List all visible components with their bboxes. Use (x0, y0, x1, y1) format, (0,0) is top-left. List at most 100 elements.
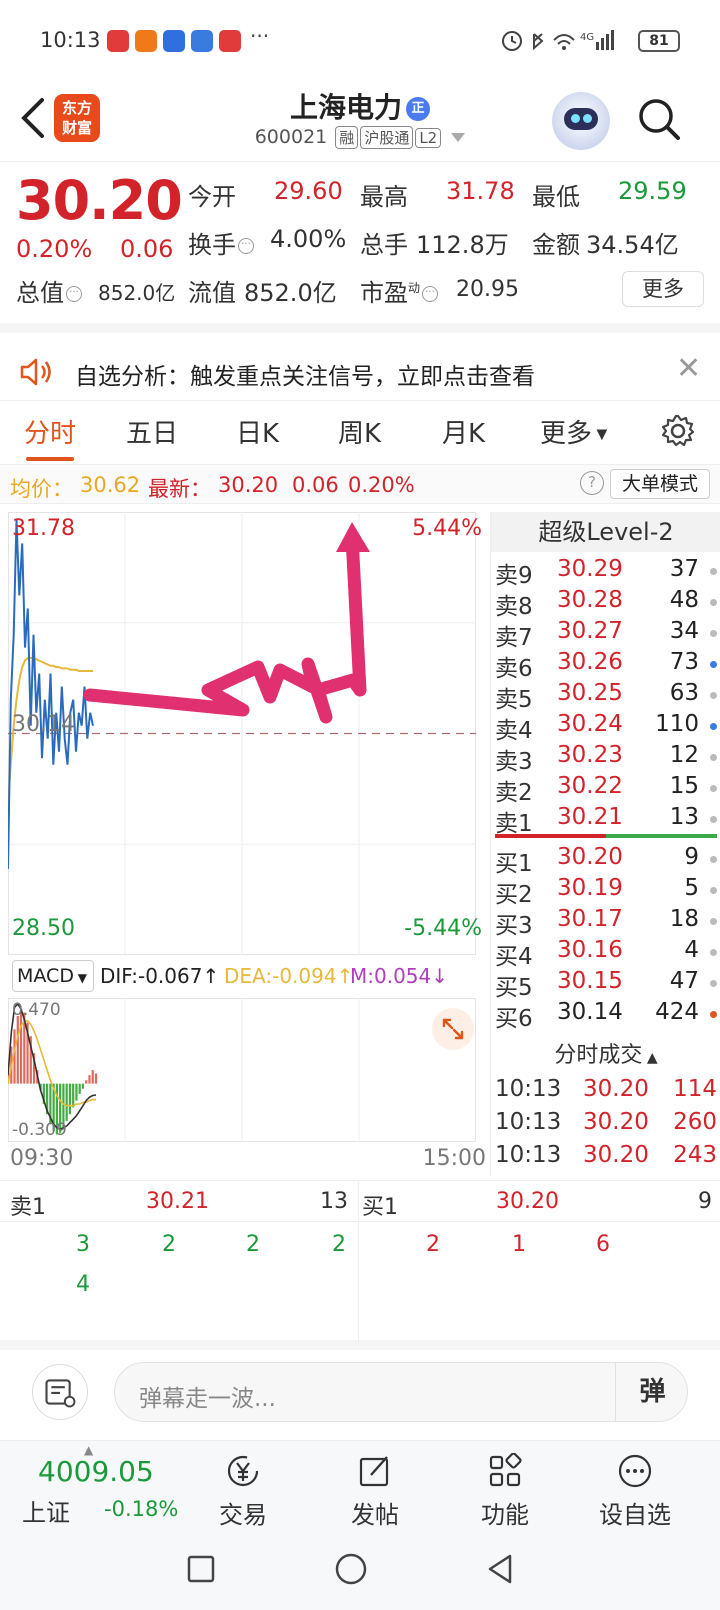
order-queue: 3 2 2 2 4 2 1 6 (0, 1222, 720, 1340)
quote-panel: 30.20 0.20% 0.06 今开 29.60 最高 31.78 最低 29… (0, 163, 720, 323)
big-order-mode-button[interactable]: 大单模式 (610, 469, 710, 499)
macd-dea: DEA:-0.094↑ (224, 964, 354, 988)
trades-title[interactable]: 分时成交 ▲ (491, 1038, 720, 1074)
time-axis: 09:30 15:00 (8, 1144, 488, 1176)
bid-row[interactable]: 买1 30.20 9 (491, 844, 720, 877)
bid-row[interactable]: 买5 30.15 47 (491, 968, 720, 1001)
order-dot-icon (710, 980, 717, 987)
bid-price: 30.16 (557, 937, 623, 963)
bid-row[interactable]: 买4 30.16 4 (491, 937, 720, 970)
price-line (7, 519, 94, 869)
level2-title[interactable]: 超级Level-2 (491, 512, 720, 552)
sort-up-icon: ▲ (642, 1050, 658, 1066)
ask1-price: 30.21 (146, 1189, 209, 1214)
info-icon: ··· (422, 286, 439, 302)
level2-tag: L2 (415, 128, 442, 148)
nav-post[interactable]: 发帖 (330, 1449, 420, 1531)
ask-price: 30.21 (557, 804, 623, 830)
ask-price: 30.25 (557, 680, 623, 706)
more-dots-icon (618, 1454, 652, 1488)
settings-gear-icon[interactable] (660, 413, 696, 449)
volume-label: 总手 (360, 231, 408, 259)
ask-row[interactable]: 卖5 30.25 63 (491, 680, 720, 713)
app-notification-icon (107, 30, 129, 52)
assistant-robot-icon[interactable] (552, 92, 610, 150)
order-dot-icon (710, 568, 717, 575)
stock-code-line[interactable]: 600021 融沪股通 L2 (0, 126, 720, 149)
danmu-toggle-button[interactable]: 弹 (615, 1363, 689, 1421)
close-icon[interactable]: ✕ (676, 351, 701, 386)
order-dot-icon (710, 692, 717, 699)
tab-more[interactable]: 更多 ▼ (540, 413, 607, 450)
speaker-icon (20, 358, 51, 386)
recent-apps-icon[interactable] (186, 1554, 216, 1584)
pe-value: 20.95 (456, 277, 519, 302)
turnover-value: 4.00% (270, 225, 347, 253)
tab-intraday[interactable]: 分时 (24, 413, 76, 450)
danmu-input[interactable]: 弹幕走一波... 弹 (114, 1362, 688, 1422)
bid-volume: 18 (669, 906, 699, 932)
bid-volume: 424 (655, 999, 699, 1025)
annotation-arrowhead (336, 522, 370, 552)
expand-icon[interactable] (432, 1008, 474, 1050)
annotation-arrow (83, 530, 367, 724)
bid-row[interactable]: 买6 30.14 424 (491, 999, 720, 1032)
ask-volume: 48 (669, 587, 699, 613)
back-nav-icon[interactable] (484, 1552, 516, 1586)
bid-level: 买6 (495, 1006, 533, 1032)
ask-volume: 110 (655, 711, 699, 737)
notice-banner[interactable]: 自选分析：触发重点关注信号，立即点击查看 ✕ (0, 345, 720, 399)
ask-row[interactable]: 卖1 30.21 13 (491, 804, 720, 837)
bid-queue-order: 2 (426, 1232, 440, 1257)
ask-level: 卖8 (495, 594, 533, 620)
app-notification-icon (135, 30, 157, 52)
home-icon[interactable] (334, 1552, 368, 1586)
comment-bar: 弹幕走一波... 弹 (0, 1350, 720, 1436)
order-dot-icon (710, 754, 717, 761)
ask-row[interactable]: 卖8 30.28 48 (491, 587, 720, 620)
order-dot-icon (710, 856, 717, 863)
nav-trade-label: 交易 (219, 1501, 267, 1529)
trade-row: 10:13 30.20 114 (491, 1076, 720, 1109)
ask-row[interactable]: 卖4 30.24 110 (491, 711, 720, 744)
order-dot-icon (710, 785, 717, 792)
order-book: 超级Level-2 卖9 30.29 37 卖8 30.28 48 卖7 30.27 34 卖6 3… (490, 512, 720, 1176)
ask-price: 30.24 (557, 711, 623, 737)
tab-daily-k[interactable]: 日K (236, 413, 279, 450)
tab-five-day[interactable]: 五日 (126, 413, 178, 450)
nav-post-label: 发帖 (351, 1501, 399, 1529)
bid-row[interactable]: 买3 30.17 18 (491, 906, 720, 939)
help-icon[interactable]: ? (580, 471, 604, 495)
last-change: 0.06 (292, 473, 339, 497)
signal-type: 4G (580, 32, 594, 43)
ask-volume: 73 (669, 649, 699, 675)
nav-add-watchlist[interactable]: 设自选 (590, 1449, 680, 1531)
bid-volume: 9 (684, 844, 699, 870)
ask-row[interactable]: 卖7 30.27 34 (491, 618, 720, 651)
indicator-selector[interactable]: MACD ▼ (12, 960, 94, 992)
more-button[interactable]: 更多 (622, 271, 704, 307)
ask-row[interactable]: 卖2 30.22 15 (491, 773, 720, 806)
ask1-vol: 13 (320, 1189, 348, 1214)
dropdown-icon: ▼ (592, 426, 608, 443)
macd-dif: DIF:-0.067↑ (100, 964, 220, 988)
nav-trade[interactable]: 交易 (198, 1449, 288, 1531)
tab-weekly-k[interactable]: 周K (338, 413, 381, 450)
intraday-chart[interactable]: 31.78 5.44% 30.14 28.50 -5.44% (7, 512, 488, 955)
comment-settings-icon[interactable] (32, 1364, 88, 1420)
ask-row[interactable]: 卖9 30.29 37 (491, 556, 720, 589)
search-icon[interactable] (636, 96, 682, 142)
macd-chart[interactable]: 0.470 -0.309 (6, 998, 488, 1142)
bid-queue-order: 1 (512, 1232, 526, 1257)
bid-level: 买2 (495, 882, 533, 908)
tab-monthly-k[interactable]: 月K (442, 413, 485, 450)
bid-price: 30.15 (557, 968, 623, 994)
nav-functions[interactable]: 功能 (460, 1449, 550, 1531)
bid-row[interactable]: 买2 30.19 5 (491, 875, 720, 908)
bid-volume: 47 (669, 968, 699, 994)
ask-row[interactable]: 卖6 30.26 73 (491, 649, 720, 682)
ask-row[interactable]: 卖3 30.23 12 (491, 742, 720, 775)
ask-volume: 13 (669, 804, 699, 830)
trade-time: 10:13 (495, 1109, 562, 1135)
trade-time: 10:13 (495, 1076, 562, 1102)
